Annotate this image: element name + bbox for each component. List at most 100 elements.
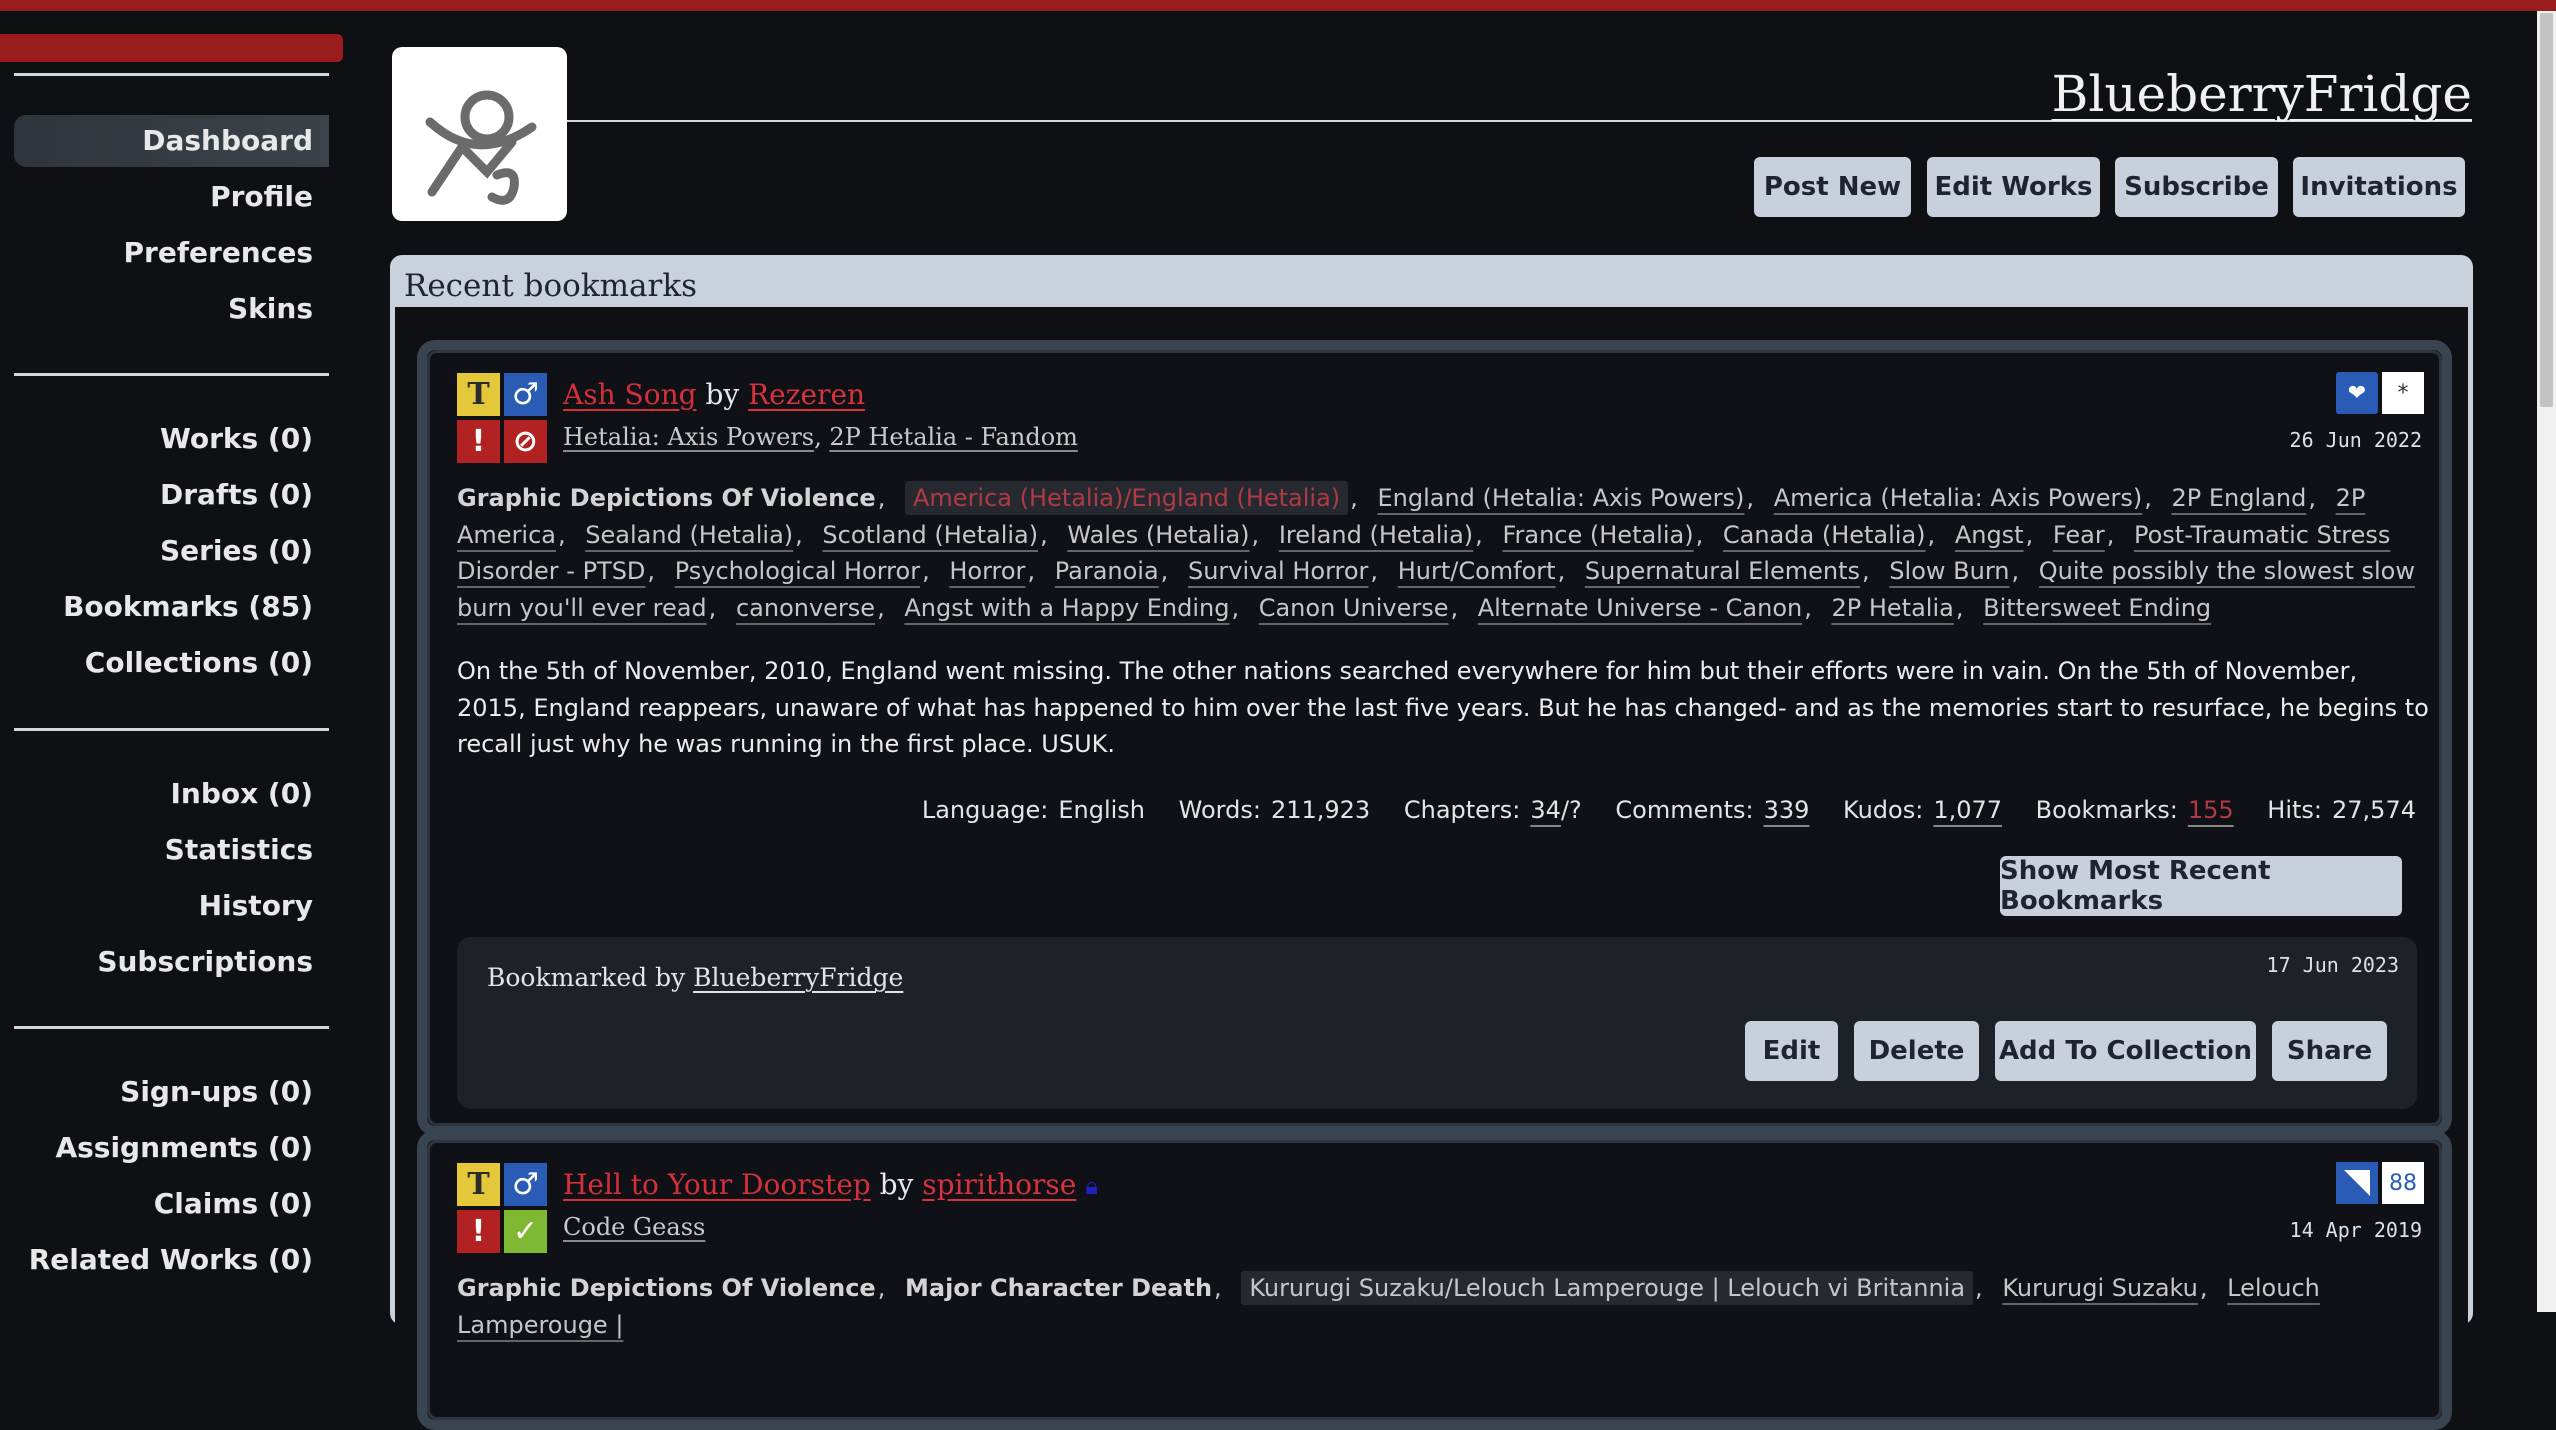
relationship-tag[interactable]: Kururugi Suzaku/Lelouch Lamperouge | Lel… (1241, 1271, 1974, 1305)
comments-label: Comments: (1615, 796, 1754, 824)
character-tag[interactable]: Wales (Hetalia) (1067, 521, 1249, 549)
sidebar-item-drafts[interactable]: Drafts (0) (14, 469, 329, 521)
fandom-link[interactable]: Code Geass (563, 1213, 705, 1241)
sidebar-item-assignments[interactable]: Assignments (0) (14, 1122, 329, 1174)
invitations-button[interactable]: Invitations (2293, 157, 2465, 217)
character-tag[interactable]: Sealand (Hetalia) (585, 521, 793, 549)
bookmarker-link[interactable]: BlueberryFridge (693, 963, 903, 992)
user-avatar[interactable] (392, 47, 567, 221)
freeform-tag[interactable]: Slow Burn (1889, 557, 2009, 585)
rating-teen-icon: T (457, 1163, 500, 1206)
character-tag[interactable]: England (Hetalia: Axis Powers) (1377, 484, 1744, 512)
lock-icon: 🔒︎ (1085, 1172, 1099, 1200)
required-tags[interactable]: T ♂ ! ✓ (457, 1163, 547, 1253)
share-button[interactable]: Share (2272, 1021, 2387, 1081)
sidebar-tab (0, 34, 343, 62)
warning-tag[interactable]: Major Character Death (905, 1274, 1212, 1302)
character-tag[interactable]: Kururugi Suzaku (2002, 1274, 2198, 1302)
sidebar-item-series[interactable]: Series (0) (14, 525, 329, 577)
freeform-tag[interactable]: Bittersweet Ending (1983, 594, 2211, 622)
sidebar-item-collections[interactable]: Collections (0) (14, 637, 329, 689)
freeform-tag[interactable]: Paranoia (1055, 557, 1159, 585)
by-label: by (705, 378, 740, 411)
sidebar-item-dashboard[interactable]: Dashboard (14, 115, 329, 167)
status-icons: ❤ * (2336, 372, 2424, 414)
author-link[interactable]: spirithorse (922, 1168, 1076, 1201)
sidebar-item-subscriptions[interactable]: Subscriptions (14, 936, 329, 988)
sidebar-item-skins[interactable]: Skins (14, 283, 329, 335)
add-to-collection-button[interactable]: Add To Collection (1995, 1021, 2256, 1081)
character-tag[interactable]: America (Hetalia: Axis Powers) (1774, 484, 2143, 512)
subscribe-button[interactable]: Subscribe (2115, 157, 2278, 217)
required-tags[interactable]: T ♂ ! ⊘ (457, 373, 547, 463)
sidebar-item-inbox[interactable]: Inbox (0) (14, 768, 329, 820)
show-recent-bookmarks-button[interactable]: Show Most Recent Bookmarks (2000, 856, 2402, 916)
default-avatar-icon (425, 90, 537, 205)
character-tag[interactable]: France (Hetalia) (1502, 521, 1693, 549)
freeform-tag[interactable]: Alternate Universe - Canon (1478, 594, 1802, 622)
sidebar-item-related-works[interactable]: Related Works (0) (14, 1234, 329, 1286)
fandom-link[interactable]: Hetalia: Axis Powers (563, 423, 814, 451)
character-tag[interactable]: Scotland (Hetalia) (822, 521, 1038, 549)
freeform-tag[interactable]: Horror (949, 557, 1025, 585)
bookmarks-link[interactable]: 155 (2188, 796, 2234, 824)
work-stats: Language: English Words: 211,923 Chapters:… (922, 796, 2416, 824)
freeform-tag[interactable]: Supernatural Elements (1585, 557, 1860, 585)
fandom-link[interactable]: 2P Hetalia - Fandom (829, 423, 1078, 451)
page-title-username[interactable]: BlueberryFridge (2052, 64, 2472, 124)
work-title-link[interactable]: Ash Song (563, 378, 697, 411)
bookmarked-by-label: Bookmarked by (487, 963, 686, 992)
edit-works-button[interactable]: Edit Works (1927, 157, 2100, 217)
series-count: 88 (2382, 1162, 2424, 1204)
freeform-tag[interactable]: canonverse (736, 594, 875, 622)
freeform-tag[interactable]: 2P Hetalia (1832, 594, 1954, 622)
rating-teen-icon: T (457, 373, 500, 416)
work-heading: Ash Song by Rezeren (563, 377, 865, 413)
character-tag[interactable]: Ireland (Hetalia) (1279, 521, 1473, 549)
author-link[interactable]: Rezeren (748, 378, 865, 411)
sidebar-item-history[interactable]: History (14, 880, 329, 932)
sidebar-item-preferences[interactable]: Preferences (14, 227, 329, 279)
sidebar-item-statistics[interactable]: Statistics (14, 824, 329, 876)
page-scrollbar[interactable] (2537, 11, 2556, 1312)
work-title-link[interactable]: Hell to Your Doorstep (563, 1168, 871, 1201)
freeform-tag[interactable]: Psychological Horror (675, 557, 920, 585)
freeform-tag[interactable]: Hurt/Comfort (1398, 557, 1556, 585)
relationship-tag[interactable]: America (Hetalia)/England (Hetalia) (905, 481, 1349, 515)
panel-title: Recent bookmarks (404, 268, 698, 304)
warning-tag[interactable]: Graphic Depictions Of Violence (457, 484, 876, 512)
kudos-link[interactable]: 1,077 (1933, 796, 2002, 824)
character-tag[interactable]: 2P England (2172, 484, 2307, 512)
recent-bookmarks-panel: Recent bookmarks T ♂ ! ⊘ Ash Song by Rez… (390, 255, 2473, 1430)
delete-bookmark-button[interactable]: Delete (1854, 1021, 1979, 1081)
dashboard-sidebar: Dashboard Profile Preferences Skins Work… (0, 11, 343, 1312)
chapters-total: /? (1560, 796, 1582, 824)
heart-icon: ❤ (2336, 372, 2378, 414)
sidebar-item-signups[interactable]: Sign-ups (0) (14, 1066, 329, 1118)
sidebar-item-works[interactable]: Works (0) (14, 413, 329, 465)
work-in-progress-icon: ⊘ (504, 420, 547, 463)
freeform-tag[interactable]: Fear (2053, 521, 2105, 549)
freeform-tag[interactable]: Canon Universe (1259, 594, 1449, 622)
freeform-tag[interactable]: Angst with a Happy Ending (904, 594, 1229, 622)
warning-tag[interactable]: Graphic Depictions Of Violence (457, 1274, 876, 1302)
series-icon (2336, 1162, 2378, 1204)
bookmark-card: T ♂ ! ✓ Hell to Your Doorstep by spirith… (417, 1130, 2452, 1430)
freeform-tag[interactable]: Angst (1955, 521, 2024, 549)
chapters-link[interactable]: 34 (1530, 796, 1561, 824)
by-label: by (879, 1168, 914, 1201)
freeform-tag[interactable]: Survival Horror (1188, 557, 1368, 585)
chapters-label: Chapters: (1403, 796, 1521, 824)
words-label: Words: (1178, 796, 1261, 824)
scrollbar-thumb[interactable] (2540, 13, 2553, 407)
tag-list: Graphic Depictions Of Violence, America … (457, 480, 2432, 626)
comments-link[interactable]: 339 (1764, 796, 1810, 824)
words-value: 211,923 (1270, 796, 1371, 824)
edit-bookmark-button[interactable]: Edit (1745, 1021, 1838, 1081)
sidebar-item-bookmarks[interactable]: Bookmarks (85) (14, 581, 329, 633)
character-tag[interactable]: Canada (Hetalia) (1723, 521, 1926, 549)
post-new-button[interactable]: Post New (1754, 157, 1911, 217)
sidebar-item-profile[interactable]: Profile (14, 171, 329, 223)
sidebar-item-claims[interactable]: Claims (0) (14, 1178, 329, 1230)
bookmark-card: T ♂ ! ⊘ Ash Song by Rezeren Hetalia: Axi… (417, 340, 2452, 1136)
